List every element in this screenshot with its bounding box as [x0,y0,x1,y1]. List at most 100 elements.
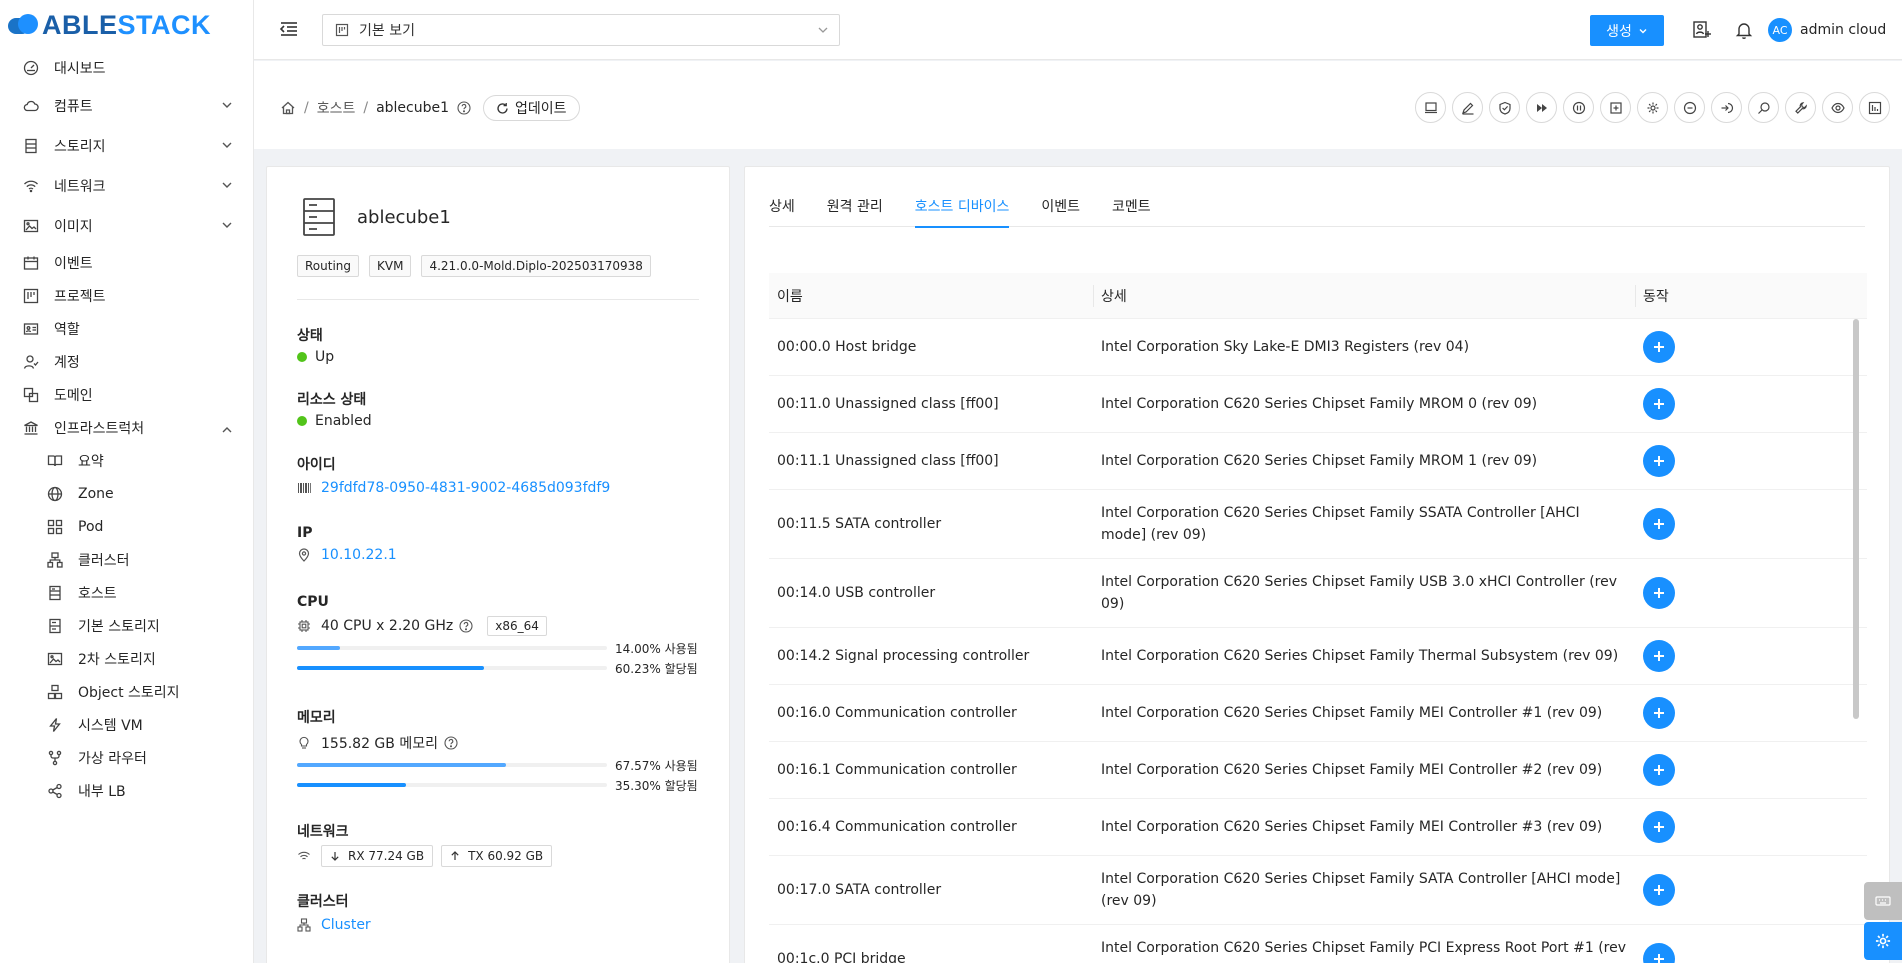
sidebar-item-label: 이미지 [54,219,93,235]
action-settings-button[interactable] [1637,92,1668,123]
sidebar-item-0[interactable]: 대시보드 [0,50,253,86]
action-forward-button[interactable] [1526,92,1557,123]
sidebar-subitem-10[interactable]: 내부 LB [0,774,253,807]
host-id-link[interactable]: 29fdfd78-0950-4831-9002-4685d093fdf9 [321,480,610,496]
network-field: 네트워크 RX 77.24 GB TX 60.92 GB [297,821,699,867]
device-name: 00:16.4 Communication controller [777,819,1017,835]
sidebar-subitem-3[interactable]: 클러스터 [0,543,253,576]
add-device-button[interactable] [1643,331,1675,363]
sidebar-subitem-9[interactable]: 가상 라우터 [0,741,253,774]
add-device-button[interactable] [1643,508,1675,540]
bell-icon[interactable] [1734,20,1754,40]
refresh-button[interactable]: 업데이트 [483,95,580,121]
scrollbar-thumb[interactable] [1853,319,1859,719]
tab-2[interactable]: 호스트 디바이스 [914,185,1009,228]
tab-1[interactable]: 원격 관리 [827,185,883,227]
tab-4[interactable]: 코멘트 [1112,185,1151,227]
sidebar-item-8[interactable]: 계정 [0,345,253,378]
device-detail: Intel Corporation C620 Series Chipset Fa… [1101,705,1603,721]
breadcrumb-hosts[interactable]: 호스트 [317,98,356,118]
host-action-bar [1409,92,1890,123]
resource-state-label: 리소스 상태 [297,392,367,408]
sidebar-item-5[interactable]: 이벤트 [0,246,253,279]
host-device-table: 이름 상세 동작 00:00.0 Host bridge Intel Corpor… [769,273,1867,963]
cpu-field: CPU 40 CPU x 2.20 GHz x86_64 14.00% 사용됨 … [297,594,699,678]
sidebar-item-2[interactable]: 스토리지 [0,126,253,166]
add-device-button[interactable] [1643,811,1675,843]
sidebar-subitem-6[interactable]: 2차 스토리지 [0,642,253,675]
logo[interactable]: ABLESTACK [0,0,253,50]
host-tag: KVM [369,255,412,277]
action-dashboard-button[interactable] [1859,92,1890,123]
question-circle-icon[interactable] [457,101,471,115]
plus-icon [1654,822,1664,832]
action-edit-button[interactable] [1452,92,1483,123]
add-device-button[interactable] [1643,874,1675,906]
action-search-button[interactable] [1748,92,1779,123]
sidebar-subitem-1[interactable]: Zone [0,477,253,510]
action-tool-button[interactable] [1785,92,1816,123]
add-device-button[interactable] [1643,697,1675,729]
chevron-down-icon [1639,28,1647,33]
sidebar-subitem-8[interactable]: 시스템 VM [0,708,253,741]
table-row: 00:11.1 Unassigned class [ff00] Intel Cor… [769,433,1867,490]
keyboard-shortcut-button[interactable] [1864,882,1902,920]
device-action-cell [1635,943,1867,963]
add-device-button[interactable] [1643,388,1675,420]
sidebar-subitem-4[interactable]: 호스트 [0,576,253,609]
sidebar-subitem-0[interactable]: 요약 [0,444,253,477]
table-scrollbar[interactable] [1853,319,1861,719]
state-field: 상태 Up [297,325,699,365]
cpu-used-label: 14.00% 사용됨 [615,642,698,656]
add-device-button[interactable] [1643,445,1675,477]
arrow-up-icon [451,851,459,860]
user-menu[interactable]: AC admin cloud [1768,18,1886,42]
cpu-alloc-label: 60.23% 할당됨 [615,662,698,676]
eye-icon [1830,102,1845,113]
sidebar-item-7[interactable]: 역할 [0,312,253,345]
add-device-button[interactable] [1643,754,1675,786]
menu-fold-icon[interactable] [278,18,300,40]
sidebar-item-6[interactable]: 프로젝트 [0,279,253,312]
action-console-button[interactable] [1415,92,1446,123]
cluster-link[interactable]: Cluster [321,917,371,933]
sidebar-item-4[interactable]: 이미지 [0,206,253,246]
action-view-button[interactable] [1822,92,1853,123]
action-add-button[interactable] [1600,92,1631,123]
column-header-detail[interactable]: 상세 [1093,273,1635,319]
add-device-button[interactable] [1643,577,1675,609]
sidebar-subitem-2[interactable]: Pod [0,510,253,543]
add-device-button[interactable] [1643,943,1675,963]
home-icon[interactable] [280,100,296,116]
column-header-name[interactable]: 이름 [769,273,1093,319]
sidebar-subitem-5[interactable]: 기본 스토리지 [0,609,253,642]
question-circle-icon[interactable] [444,736,458,750]
view-select[interactable]: 기본 보기 [322,14,840,46]
sidebar-item-label: 대시보드 [54,61,106,77]
settings-button[interactable] [1864,922,1902,960]
sidebar-item-1[interactable]: 컴퓨트 [0,86,253,126]
column-header-action: 동작 [1635,273,1867,319]
action-disable-button[interactable] [1674,92,1705,123]
sidebar-item-9[interactable]: 도메인 [0,378,253,411]
sidebar-subitem-7[interactable]: Object 스토리지 [0,675,253,708]
ip-link[interactable]: 10.10.22.1 [321,547,397,563]
tab-3[interactable]: 이벤트 [1041,185,1080,227]
create-button[interactable]: 생성 [1590,15,1664,46]
tab-0[interactable]: 상세 [769,185,795,227]
sidebar-item-10[interactable]: 인프라스트럭처 [0,411,253,444]
question-circle-icon[interactable] [459,619,473,633]
action-pause-button[interactable] [1563,92,1594,123]
barcode-icon [298,483,311,493]
sidebar-subitem-label: 가상 라우터 [78,750,147,767]
logo-text: ABLESTACK [42,9,211,40]
logo-cloud-icon [8,14,40,36]
wifi-icon [22,177,40,195]
host-tag: Routing [297,255,360,277]
sidebar-item-label: 이벤트 [54,255,93,272]
action-secure-button[interactable] [1489,92,1520,123]
action-login-button[interactable] [1711,92,1742,123]
sidebar-item-3[interactable]: 네트워크 [0,166,253,206]
add-device-button[interactable] [1643,640,1675,672]
user-add-icon[interactable] [1692,20,1712,40]
